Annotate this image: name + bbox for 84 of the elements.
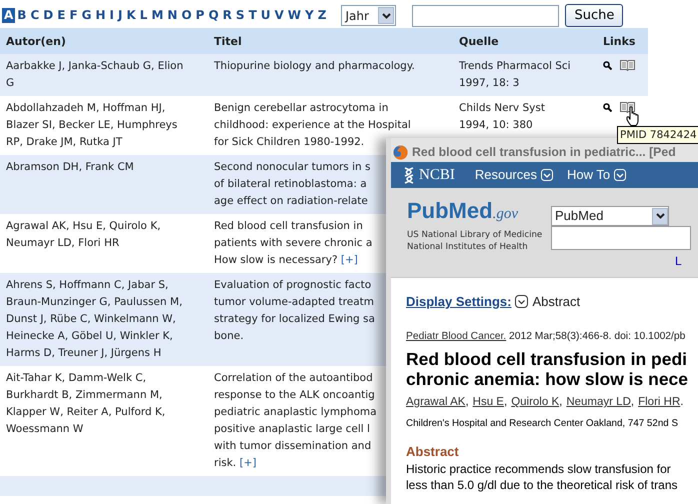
column-header: Links <box>603 34 636 48</box>
punctuation: , <box>559 394 562 410</box>
letter-link[interactable]: D <box>41 8 56 23</box>
library-text: US National Library of Medicine National Institutes of Health <box>407 229 544 253</box>
menu-link[interactable]: How To <box>566 165 626 185</box>
author-cell: Agrawal AK, Hsu E, Quirolo K, Neumayr LD, Flori HR <box>6 220 161 249</box>
display-settings-link[interactable]: Display Settings: <box>406 292 512 312</box>
letter-link[interactable]: B <box>15 8 28 23</box>
letter-link[interactable]: G <box>80 8 94 23</box>
punctuation: , <box>504 394 508 410</box>
abstract-heading: Abstract <box>406 442 460 461</box>
tooltip: PMID 7842424 <box>617 126 698 144</box>
column-header: Titel <box>214 34 242 48</box>
letter-link[interactable]: M <box>149 8 166 23</box>
letter-link[interactable]: E <box>55 8 68 23</box>
database-select[interactable]: PubMed <box>551 206 669 226</box>
magnifier-icon[interactable] <box>603 61 612 70</box>
author-link[interactable]: Neumayr LD <box>566 394 631 412</box>
year-select[interactable]: Jahr <box>341 5 396 26</box>
author-cell: Aarbakke J, Janka-Schaub G, Elion G <box>6 60 184 89</box>
source-cell: Childs Nerv Syst 1994, 10: 380 <box>459 102 545 131</box>
letter-link[interactable]: U <box>258 8 272 23</box>
expand-link[interactable]: [+] <box>340 254 358 266</box>
search-field[interactable] <box>551 226 691 250</box>
title-cell: Thiopurine biology and pharmacology. <box>214 60 415 72</box>
title-cell: Correlation of the autoantibod response to the ALK oncoantig pediatric anaplastic lymphoma positive anaplastic large cell l with tumor dissemination and risk. [+] <box>214 372 377 469</box>
title-cell: Second nonocular tumors in s of bilateral retinoblastoma: a age effect on radiation-relate <box>214 161 371 207</box>
author-link[interactable]: Agrawal AK <box>406 394 466 412</box>
punctuation: , <box>630 394 634 410</box>
search-field[interactable] <box>412 4 560 26</box>
letter-link[interactable]: R <box>220 8 234 23</box>
chevron-down-icon <box>614 169 626 181</box>
author-link[interactable]: Quirolo K <box>511 394 560 412</box>
helix-icon <box>403 166 415 184</box>
letter-link[interactable]: F <box>67 8 80 23</box>
ncbi-logo[interactable]: NCBI <box>419 164 455 186</box>
browser-logo-icon <box>393 144 408 160</box>
column-header: Quelle <box>459 34 499 48</box>
letter-link[interactable]: L <box>138 8 150 23</box>
letter-link[interactable]: S <box>234 8 247 23</box>
chevron-down-icon <box>540 169 553 181</box>
article-title: Red blood cell transfusion in pedi chronic anemia: how slow is nece <box>406 348 690 389</box>
abstract-text: Historic practice recommends slow transfusion for less than 5.0 g/dl due to the theoretical risk of trans <box>406 461 678 494</box>
display-format: Abstract <box>532 293 580 311</box>
affiliation-text: Children's Hospital and Research Center Oakland, 747 52nd S <box>406 417 679 432</box>
title-cell: Benign cerebellar astrocytoma in childhood: experience at the Hospital for Sick Children 1980-1992. <box>214 102 411 148</box>
punctuation: . <box>680 394 684 410</box>
citation-text: Pediatr Blood Cancer. 2012 Mar;58(3):466-8. doi: 10.1002/pb <box>406 330 686 344</box>
letter-link[interactable]: I <box>108 8 116 23</box>
letter-link[interactable]: O <box>179 8 194 23</box>
letter-link[interactable]: P <box>194 8 206 23</box>
letter-link[interactable]: A <box>2 8 16 23</box>
letter-link[interactable]: Z <box>316 8 328 23</box>
chevron-down-icon[interactable] <box>515 295 528 308</box>
letter-link[interactable]: V <box>272 8 286 23</box>
pubmed-logo[interactable]: PubMed.gov <box>407 198 547 227</box>
letter-link[interactable]: J <box>116 8 124 23</box>
author-link[interactable]: Hsu E <box>472 394 504 412</box>
title-cell: Red blood cell transfusion in patients with severe chronic a How slow is necessary? [+] <box>214 220 372 266</box>
author-link[interactable]: Flori HR <box>638 394 680 412</box>
author-cell: Abramson DH, Frank CM <box>6 161 134 173</box>
letter-link[interactable]: W <box>286 8 304 23</box>
letter-link[interactable]: C <box>28 8 42 23</box>
search-button[interactable]: Suche <box>565 4 624 27</box>
link[interactable]: L <box>675 252 691 270</box>
column-header: Autor(en) <box>6 34 66 48</box>
window-title: Red blood cell transfusion in pediatric... [Ped <box>412 144 676 161</box>
magnifier-icon[interactable] <box>603 103 612 112</box>
menu-link[interactable]: Resources <box>474 165 553 185</box>
letter-link[interactable]: T <box>246 8 259 23</box>
author-cell: Abdollahzadeh M, Hoffman HJ, Blazer SI, Becker LE, Humphreys RP, Drake JM, Rutka JT <box>6 102 178 148</box>
letter-link[interactable]: N <box>165 8 180 23</box>
expand-link[interactable]: [+] <box>239 457 256 469</box>
author-cell: Ahrens S, Hoffmann C, Jabar S, Braun-Munzinger G, Paulussen M, Dunst J, Rübe C, Winkelmann W, Heinecke A, Göbel U, Winkler K, Harms D, Treuner J, Jürgens H <box>6 279 182 359</box>
letter-link[interactable]: H <box>94 8 108 23</box>
journal-link[interactable]: Pediatr Blood Cancer. <box>406 330 506 342</box>
letter-link[interactable]: Q <box>206 8 221 23</box>
title-cell: Evaluation of prognostic facto tumor volume-adapted treatm strategy for localized Ewing sa bone. <box>214 279 375 342</box>
letter-link[interactable]: Y <box>303 8 316 23</box>
punctuation: , <box>465 394 469 410</box>
author-cell: Ait-Tahar K, Damm-Welk C, Burkhardt B, Zimmermann M, Klapper W, Reiter A, Pulford K, Woessmann W <box>6 372 166 435</box>
hand-cursor-icon <box>626 106 640 126</box>
source-cell: Trends Pharmacol Sci 1997, 18: 3 <box>459 60 571 89</box>
letter-link[interactable]: K <box>124 8 138 23</box>
